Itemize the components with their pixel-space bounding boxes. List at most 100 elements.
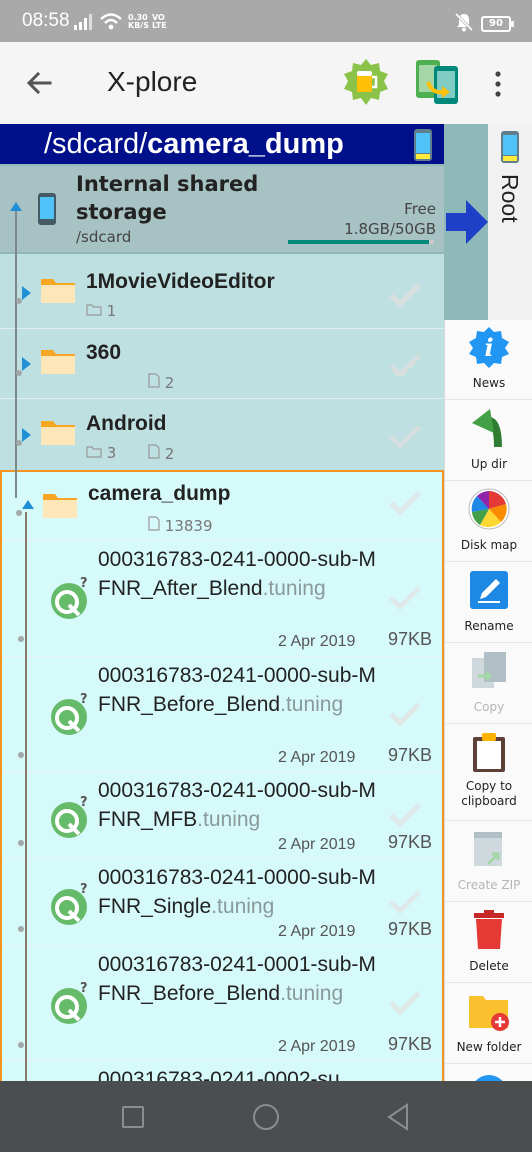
tree-line: [25, 512, 27, 1081]
phone-storage-icon: [36, 192, 58, 230]
file-date: 2 Apr 2019: [278, 633, 356, 650]
new-folder-button[interactable]: New folder: [445, 984, 532, 1064]
app-title: X-plore: [107, 66, 198, 97]
beer-donate-icon[interactable]: [342, 58, 390, 106]
wifi-icon: [100, 13, 122, 35]
storage-free-label: Free: [404, 200, 436, 218]
file-row[interactable]: ? 000316783-0241-0001-sub-MFNR_Before_Bl…: [2, 945, 442, 1060]
folder-icon: [42, 490, 78, 524]
path-bar: /sdcard/camera_dump: [0, 124, 444, 164]
checkmark-icon[interactable]: [388, 802, 422, 832]
checkmark-icon[interactable]: [388, 424, 422, 454]
tree-dot: [18, 1042, 24, 1048]
folder-row[interactable]: 360 2: [0, 329, 444, 399]
folder-name: Android: [86, 412, 167, 435]
folder-list: 1MovieVideoEditor 1 360 2 Android 3 2: [0, 254, 444, 470]
file-name: 000316783-0241-0002-su: [98, 1068, 340, 1081]
checkmark-icon[interactable]: [388, 282, 422, 312]
checkmark-icon[interactable]: [388, 889, 422, 919]
home-button[interactable]: [253, 1104, 279, 1130]
file-size: 97KB: [388, 1034, 433, 1054]
file-row[interactable]: ? 000316783-0241-0000-sub-MFNR_Single.tu…: [2, 858, 442, 945]
svg-text:?: ?: [80, 692, 88, 707]
checkmark-icon[interactable]: [388, 585, 422, 615]
battery-indicator: 90: [481, 16, 514, 32]
file-name: 000316783-0241-0001-sub-MFNR_Before_Blen…: [98, 953, 376, 1005]
tree-dot: [18, 926, 24, 932]
checkmark-icon[interactable]: [388, 990, 422, 1020]
volte-indicator: VO LTE: [152, 13, 167, 30]
status-bar: 08:58 0.30 KB/S VO LTE 90: [0, 0, 532, 42]
file-date: 2 Apr 2019: [278, 749, 356, 766]
folder-row-camera-dump[interactable]: camera_dump 13839: [2, 476, 442, 538]
system-nav-bar: [0, 1081, 532, 1152]
svg-text:?: ?: [80, 576, 88, 591]
back-arrow-icon[interactable]: [22, 66, 56, 100]
folder-row[interactable]: 1MovieVideoEditor 1: [0, 258, 444, 328]
subfolder-count: 3: [86, 444, 116, 462]
trash-icon: [468, 909, 510, 951]
app-bar: X-plore: [0, 42, 532, 124]
rename-button[interactable]: Rename: [445, 563, 532, 643]
file-name: 000316783-0241-0000-sub-MFNR_Before_Blen…: [98, 664, 376, 716]
storage-name: Internal shared storage: [76, 172, 259, 224]
status-time: 08:58: [22, 10, 70, 31]
checkmark-icon[interactable]: [388, 490, 422, 520]
create-zip-button[interactable]: Create ZIP: [445, 822, 532, 902]
tree-dot: [18, 752, 24, 758]
more-options-icon[interactable]: [488, 68, 508, 100]
file-row[interactable]: 000316783-0241-0002-su: [2, 1060, 442, 1081]
folder-name: 360: [86, 341, 122, 364]
wifi-share-phones-icon[interactable]: [414, 58, 460, 106]
tree-dot: [18, 840, 24, 846]
checkmark-icon[interactable]: [388, 353, 422, 383]
file-row[interactable]: ? 000316783-0241-0000-sub-MFNR_MFB.tunin…: [2, 771, 442, 858]
folder-row[interactable]: Android 3 2: [0, 400, 444, 470]
network-speed: 0.30 KB/S: [128, 13, 149, 30]
disk-map-button[interactable]: Disk map: [445, 482, 532, 562]
phone-device-icon: [412, 128, 434, 170]
storage-usage-bar: [288, 240, 434, 244]
file-count: 13839: [148, 516, 213, 535]
file-name: 000316783-0241-0000-sub-MFNR_MFB.tuning: [98, 779, 376, 831]
clipboard-icon: [468, 731, 510, 773]
expand-arrow-icon[interactable]: [22, 428, 31, 442]
file-size: 97KB: [388, 832, 433, 852]
up-dir-button[interactable]: Up dir: [445, 401, 532, 481]
mute-icon: [454, 12, 474, 36]
root-pane[interactable]: Root: [488, 124, 532, 320]
copy-label: Copy: [473, 700, 505, 714]
delete-button[interactable]: Delete: [445, 903, 532, 983]
expand-arrow-icon[interactable]: [22, 357, 31, 371]
current-path: /sdcard/camera_dump: [44, 128, 344, 160]
signal-icon: [74, 14, 94, 34]
disk-map-label: Disk map: [460, 538, 518, 552]
copy-to-clipboard-button[interactable]: Copy to clipboard: [445, 725, 532, 821]
storage-path: /sdcard: [76, 228, 132, 246]
storage-size: 1.8GB/50GB: [344, 220, 436, 238]
rename-label: Rename: [464, 619, 514, 633]
up-dir-label: Up dir: [470, 457, 508, 471]
file-date: 2 Apr 2019: [278, 923, 356, 940]
storage-row[interactable]: Internal shared storage /sdcard Free 1.8…: [0, 166, 444, 252]
file-row[interactable]: ? 000316783-0241-0000-sub-MFNR_Before_Bl…: [2, 656, 442, 771]
recents-button[interactable]: [122, 1106, 144, 1128]
checkmark-icon[interactable]: [388, 701, 422, 731]
collapse-arrow-icon[interactable]: [22, 500, 34, 509]
back-nav-button[interactable]: [386, 1103, 410, 1135]
news-button[interactable]: i News: [445, 320, 532, 400]
pane-switch-arrow-icon[interactable]: [446, 198, 488, 250]
collapse-arrow-icon[interactable]: [10, 202, 22, 211]
file-count: 2: [148, 444, 174, 463]
file-row[interactable]: ? 000316783-0241-0000-sub-MFNR_After_Ble…: [2, 540, 442, 656]
unknown-file-icon: ?: [50, 980, 92, 1030]
folder-icon: [40, 417, 76, 451]
pencil-icon: [468, 569, 510, 611]
svg-text:i: i: [484, 333, 493, 362]
divider: [0, 398, 444, 399]
copy-button[interactable]: Copy: [445, 644, 532, 724]
expand-arrow-icon[interactable]: [22, 286, 31, 300]
file-size: 97KB: [388, 745, 433, 765]
new-folder-label: New folder: [456, 1040, 522, 1054]
tree-dot: [18, 636, 24, 642]
